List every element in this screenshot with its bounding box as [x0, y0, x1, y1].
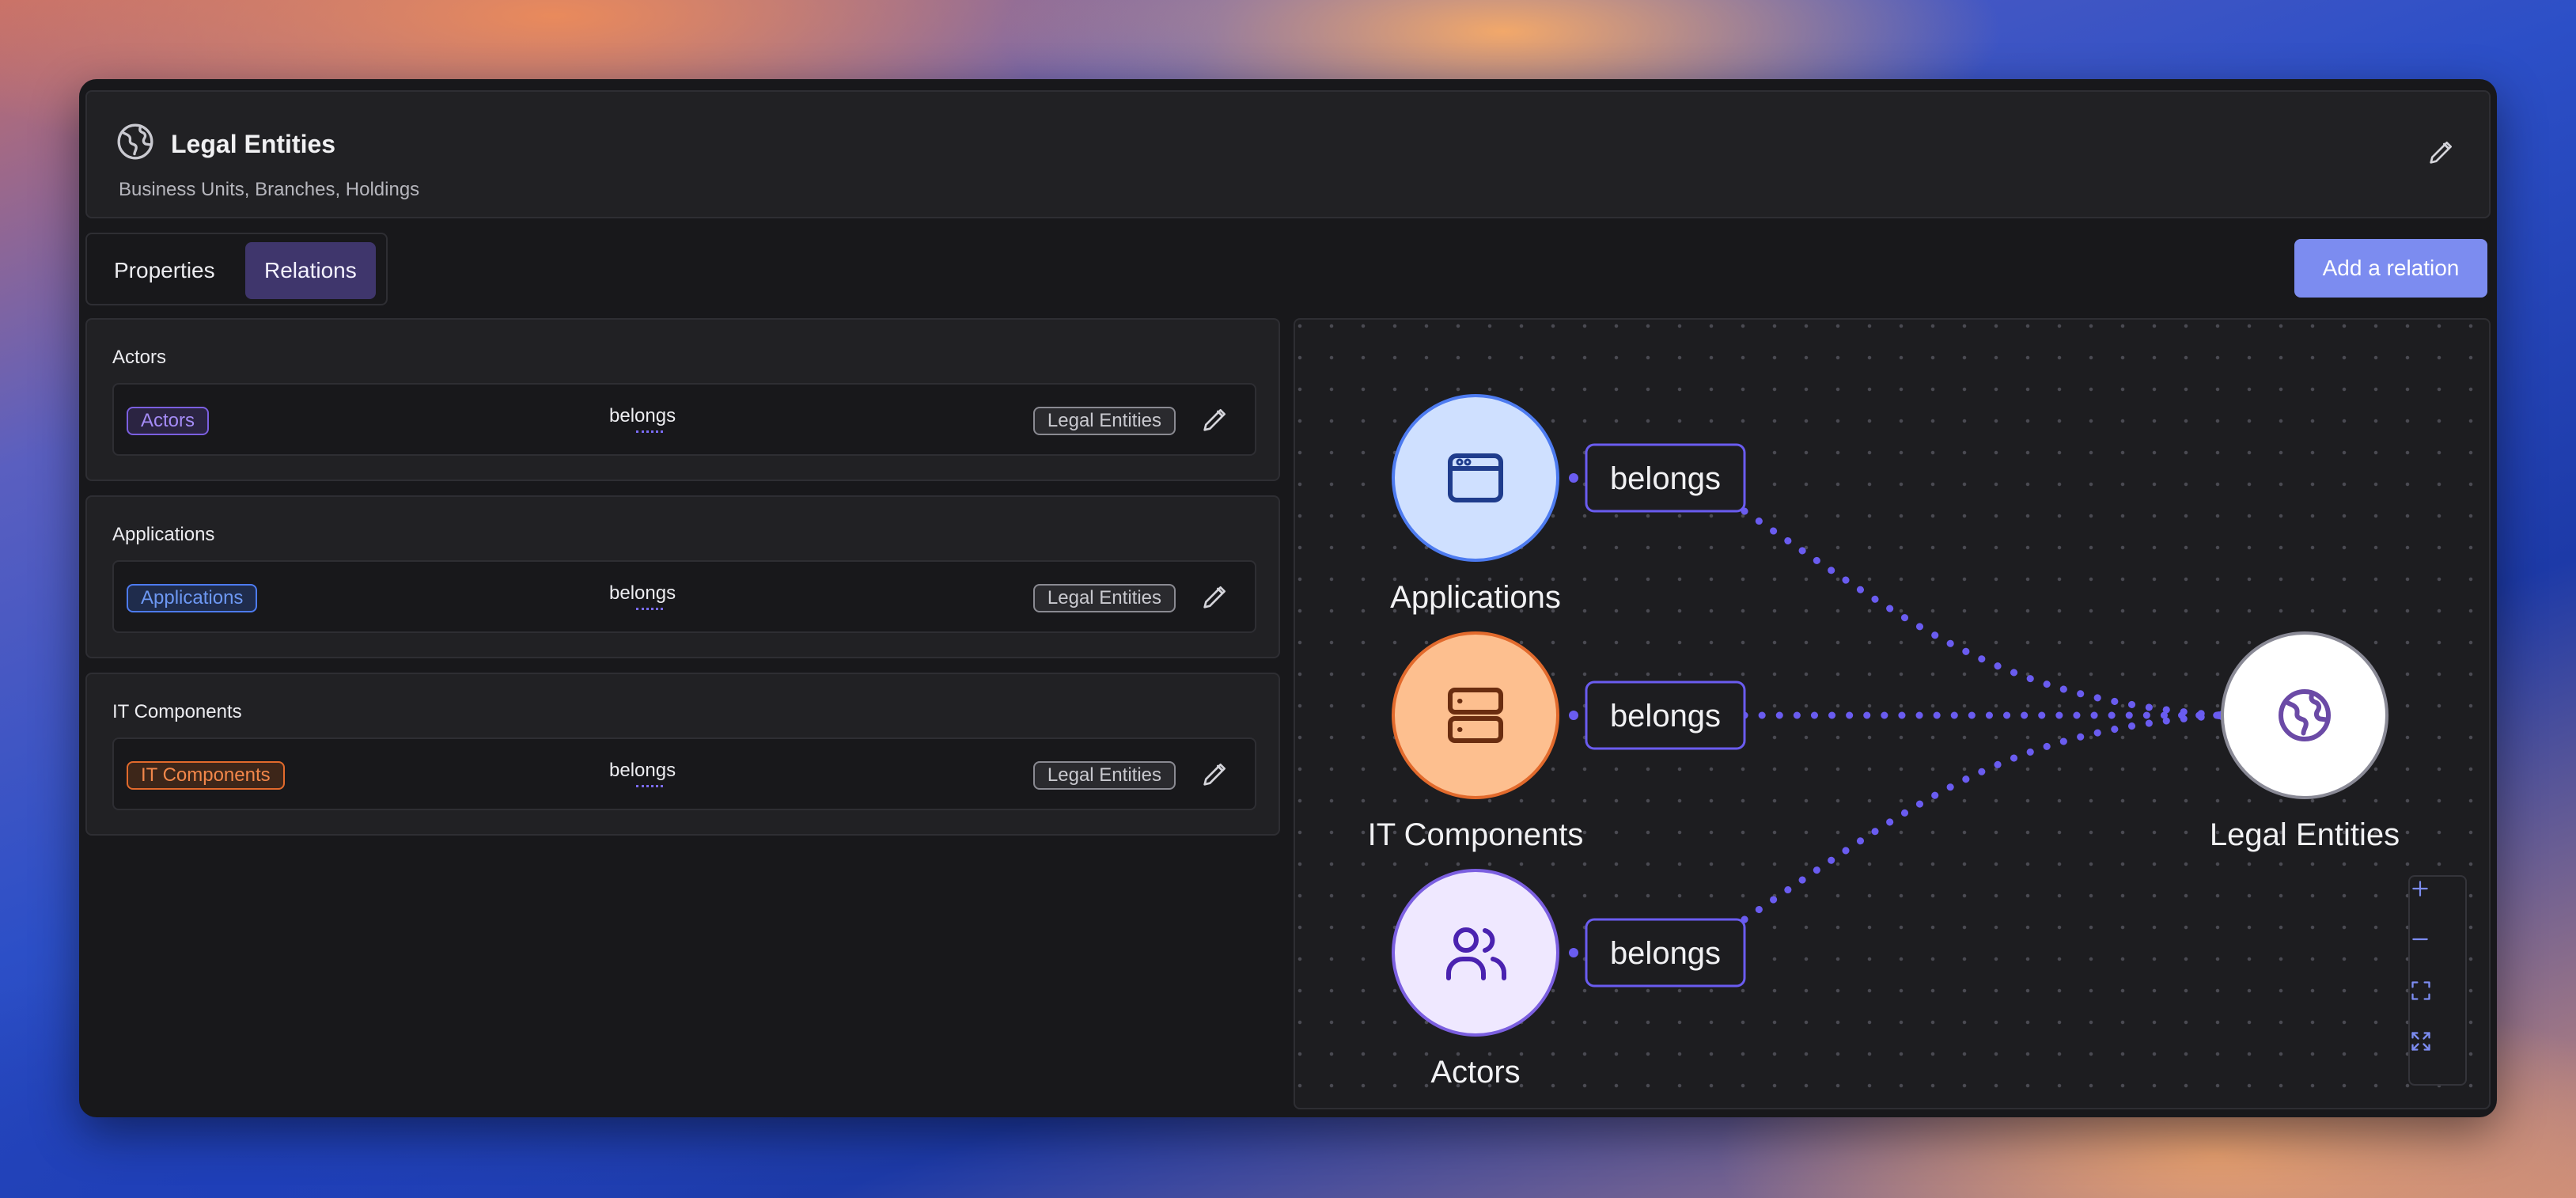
edge-label-text: belongs [1610, 461, 1721, 496]
zoom-out-icon [2412, 938, 2428, 941]
relation-row: Applications belongs Legal Entities [112, 560, 1256, 633]
relation-section-title: IT Components [112, 701, 242, 722]
graph-node-applications[interactable]: Applications [1390, 394, 1561, 615]
tab-properties[interactable]: Properties [95, 242, 234, 299]
pencil-icon[interactable] [1199, 404, 1231, 435]
node-label: Actors [1430, 1055, 1520, 1090]
tab-relations[interactable]: Relations [245, 242, 376, 299]
legal-entities-window: Legal Entities Business Units, Branches,… [79, 79, 2497, 1117]
zoom-in-icon [2412, 881, 2428, 897]
relation-verb: belongs [609, 405, 676, 427]
zoom-in-button[interactable] [2410, 878, 2465, 929]
target-pill: Legal Entities [1032, 407, 1176, 435]
globe-icon [117, 123, 153, 160]
relation-verb: belongs [609, 760, 676, 781]
page-subtitle: Business Units, Branches, Holdings [119, 179, 420, 200]
edge-label[interactable]: belongs [1585, 681, 1746, 750]
relation-section-applications: Applications Applications belongs Legal … [85, 495, 1280, 658]
node-label: Legal Entities [2210, 817, 2400, 852]
relation-graph: belongs belongs belongs Applications IT … [1368, 394, 2400, 1090]
relation-section-it-components: IT Components IT Components belongs Lega… [85, 673, 1280, 836]
graph-controls [2408, 875, 2467, 1086]
source-pill: Applications [127, 584, 258, 612]
node-label: IT Components [1368, 817, 1584, 852]
edge-label[interactable]: belongs [1585, 443, 1746, 513]
pencil-icon[interactable] [1199, 758, 1231, 790]
entity-header: Legal Entities Business Units, Branches,… [85, 90, 2491, 218]
relation-row: Actors belongs Legal Entities [112, 383, 1256, 456]
target-pill: Legal Entities [1032, 584, 1176, 612]
relation-row: IT Components belongs Legal Entities [112, 737, 1256, 810]
edge-handle [1569, 948, 1578, 957]
fit-view-button[interactable] [2410, 980, 2465, 1030]
verb-underline [636, 785, 663, 787]
source-pill: IT Components [127, 761, 285, 790]
source-pill: Actors [127, 407, 210, 435]
target-pill: Legal Entities [1032, 761, 1176, 790]
fit-view-icon [2411, 981, 2430, 1000]
edge-label[interactable]: belongs [1585, 918, 1746, 988]
graph-edge [1741, 507, 2226, 719]
pencil-icon[interactable] [1199, 581, 1231, 612]
verb-underline [636, 608, 663, 610]
edge-handle [1569, 473, 1578, 483]
edge-handle [1569, 711, 1578, 720]
graph-node-it-components[interactable]: IT Components [1368, 631, 1584, 852]
relation-graph-canvas[interactable]: belongs belongs belongs Applications IT … [1294, 318, 2491, 1109]
tab-bar: Properties Relations [85, 233, 388, 305]
node-label: Applications [1390, 580, 1561, 615]
expand-icon [2411, 1032, 2430, 1051]
add-relation-button[interactable]: Add a relation [2294, 239, 2487, 298]
graph-node-legal-entities[interactable]: Legal Entities [2210, 631, 2400, 852]
relation-section-actors: Actors Actors belongs Legal Entities [85, 318, 1280, 481]
edge-label-text: belongs [1610, 936, 1721, 971]
relation-verb: belongs [609, 582, 676, 604]
graph-edge [1741, 711, 2226, 923]
graph-node-actors[interactable]: Actors [1392, 869, 1559, 1090]
relation-section-title: Actors [112, 347, 167, 368]
pencil-icon[interactable] [2426, 136, 2457, 168]
page-title: Legal Entities [171, 130, 336, 158]
relation-section-title: Applications [112, 524, 215, 545]
zoom-out-button[interactable] [2410, 929, 2465, 980]
edge-label-text: belongs [1610, 699, 1721, 734]
expand-button[interactable] [2410, 1030, 2465, 1081]
verb-underline [636, 430, 663, 433]
